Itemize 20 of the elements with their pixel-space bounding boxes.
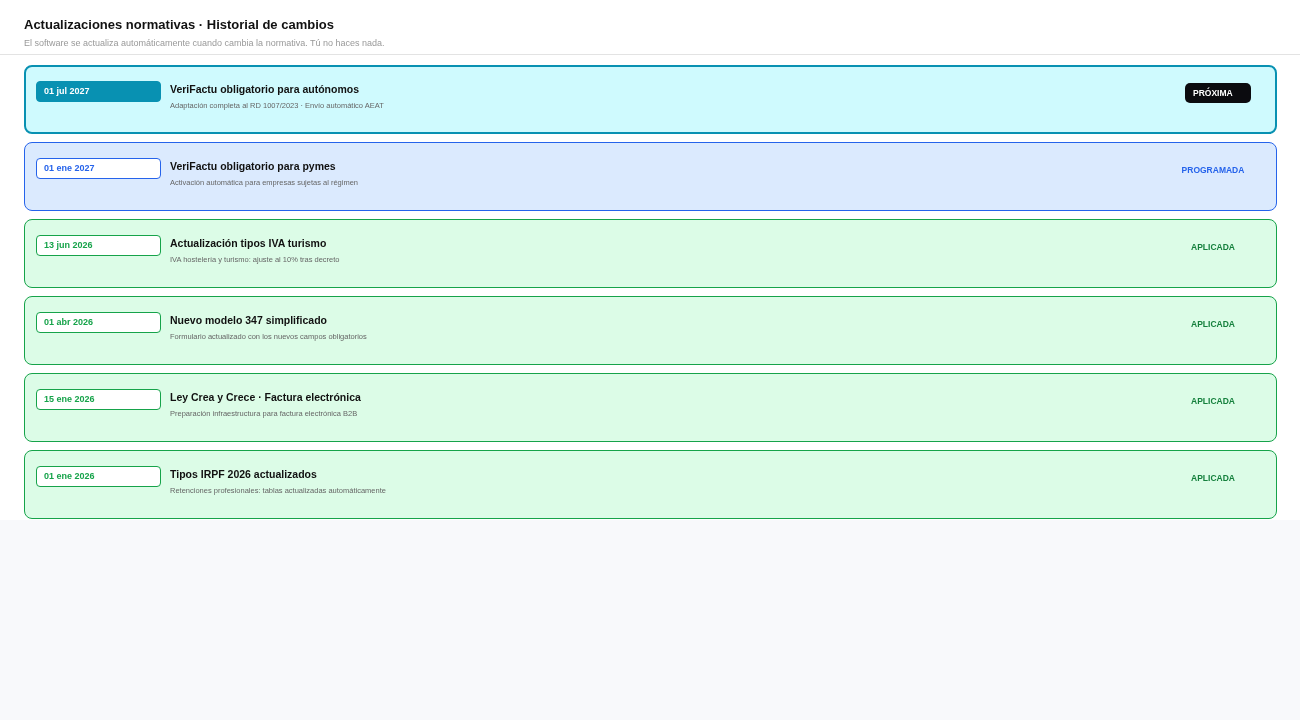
date-label: 13 jun 2026: [36, 235, 161, 256]
status-label: APLICADA: [1190, 318, 1236, 331]
update-title: Ley Crea y Crece · Factura electrónica: [170, 390, 362, 404]
status-label: APLICADA: [1190, 395, 1236, 408]
page-title: Actualizaciones normativas · Historial de cambios: [24, 16, 335, 34]
status-label: APLICADA: [1190, 472, 1236, 485]
status-label: PRÓXIMA: [1185, 83, 1251, 103]
update-title: Actualización tipos IVA turismo: [170, 236, 328, 250]
update-title: Nuevo modelo 347 simplificado: [170, 313, 328, 327]
update-title: VeriFactu obligatorio para autónomos: [170, 82, 361, 96]
update-title: VeriFactu obligatorio para pymes: [170, 159, 337, 173]
status-label: APLICADA: [1190, 241, 1236, 254]
status-label: PROGRAMADA: [1180, 164, 1246, 177]
date-label: 01 abr 2026: [36, 312, 161, 333]
date-label: 01 ene 2027: [36, 158, 161, 179]
update-title: Tipos IRPF 2026 actualizados: [170, 467, 318, 481]
date-label: 01 jul 2027: [36, 81, 161, 102]
page-subtitle: El software se actualiza automáticamente cuando cambia la normativa. Tú no haces nada.: [24, 38, 386, 49]
date-label: 01 ene 2026: [36, 466, 161, 487]
date-label: 15 ene 2026: [36, 389, 161, 410]
